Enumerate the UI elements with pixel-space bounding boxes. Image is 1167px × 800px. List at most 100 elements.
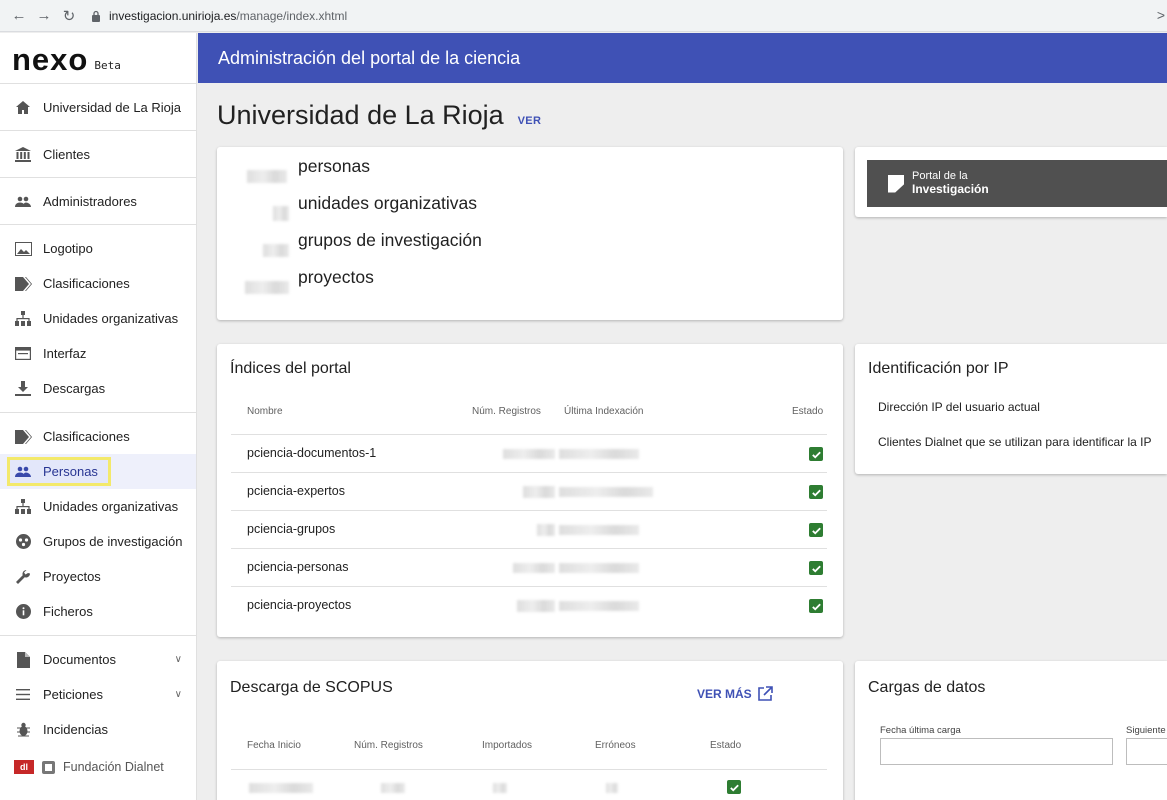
sidebar-item-documentos[interactable]: Documentos ∨ xyxy=(0,642,196,677)
org-chart-icon xyxy=(14,310,32,328)
sidebar-item-peticiones[interactable]: Peticiones ∨ xyxy=(0,677,196,712)
org-chart-icon xyxy=(14,498,32,516)
back-icon[interactable]: ← xyxy=(8,5,30,27)
sidebar-item-label: Unidades organizativas xyxy=(43,499,179,514)
app-header: Administración del portal de la ciencia xyxy=(198,33,1167,83)
ver-mas-label: VER MÁS xyxy=(697,686,752,701)
sidebar-item-label: Documentos xyxy=(43,652,116,667)
reload-icon[interactable]: ↻ xyxy=(58,5,80,27)
index-name: pciencia-proyectos xyxy=(247,598,352,612)
sidebar: nexo Beta Universidad de La Rioja Client… xyxy=(0,33,197,800)
forward-icon[interactable]: → xyxy=(33,5,55,27)
table-row[interactable]: pciencia-proyectos xyxy=(231,586,827,624)
sidebar-item-clasificaciones-2[interactable]: Clasificaciones xyxy=(0,419,196,454)
sidebar-item-label: Clientes xyxy=(43,146,90,162)
stat-label: grupos de investigación xyxy=(298,229,482,250)
table-row[interactable] xyxy=(231,769,827,800)
col-header-erroneos[interactable]: Erróneos xyxy=(595,740,636,751)
sidebar-item-universidad[interactable]: Universidad de La Rioja xyxy=(0,84,196,130)
sidebar-item-administradores[interactable]: Administradores xyxy=(0,178,196,224)
indices-card: Índices del portal Nombre Núm. Registros… xyxy=(217,344,843,637)
wrench-icon xyxy=(14,568,32,586)
window-icon xyxy=(14,345,32,363)
sidebar-item-grupos[interactable]: Grupos de investigación xyxy=(0,524,196,559)
status-ok-icon xyxy=(809,523,823,537)
dialnet-circle-icon xyxy=(42,760,55,774)
table-row[interactable]: pciencia-personas xyxy=(231,548,827,586)
sidebar-item-descargas[interactable]: Descargas xyxy=(0,371,196,406)
sidebar-item-clientes[interactable]: Clientes xyxy=(0,131,196,177)
index-name: pciencia-grupos xyxy=(247,522,336,536)
sidebar-item-label: Universidad de La Rioja xyxy=(43,99,182,115)
importados-redacted xyxy=(493,783,507,793)
registros-redacted xyxy=(503,449,555,459)
col-header-registros[interactable]: Núm. Registros xyxy=(354,740,423,751)
list-icon xyxy=(14,686,32,704)
erroneos-redacted xyxy=(606,783,618,793)
sidebar-item-proyectos[interactable]: Proyectos xyxy=(0,559,196,594)
scopus-title: Descarga de SCOPUS xyxy=(230,679,393,696)
stats-card: personas unidades organizativas grupos d… xyxy=(217,147,843,320)
col-header-estado[interactable]: Estado xyxy=(710,740,741,751)
table-row[interactable]: pciencia-grupos xyxy=(231,510,827,548)
logo-badge: Beta xyxy=(94,59,121,72)
sidebar-item-clasificaciones[interactable]: Clasificaciones xyxy=(0,266,196,301)
stat-value-redacted xyxy=(263,244,289,257)
col-header-nombre[interactable]: Nombre xyxy=(247,406,283,417)
group-icon xyxy=(14,533,32,551)
sidebar-item-label: Incidencias xyxy=(43,722,109,737)
ip-line-clients: Clientes Dialnet que se utilizan para id… xyxy=(878,435,1152,449)
sidebar-item-personas[interactable]: Personas xyxy=(0,454,196,489)
sidebar-item-label: Grupos de investigación xyxy=(43,534,183,549)
registros-redacted xyxy=(537,524,555,536)
dialnet-footer[interactable]: dl Fundación Dialnet xyxy=(14,760,164,774)
status-ok-icon xyxy=(809,447,823,461)
siguiente-field[interactable] xyxy=(1126,738,1167,765)
chevron-right-icon[interactable]: > xyxy=(1157,7,1165,23)
sidebar-item-label: Clasificaciones xyxy=(43,276,130,291)
col-header-estado[interactable]: Estado xyxy=(792,406,823,417)
fecha-ultima-carga-field[interactable] xyxy=(880,738,1113,765)
col-header-indexacion[interactable]: Última Indexación xyxy=(564,406,643,417)
col-header-fecha[interactable]: Fecha Inicio xyxy=(247,740,301,751)
registros-redacted xyxy=(513,563,555,573)
ver-mas-link[interactable]: VER MÁS xyxy=(697,686,773,701)
table-row[interactable]: pciencia-documentos-1 xyxy=(231,434,827,472)
table-row[interactable]: pciencia-expertos xyxy=(231,472,827,510)
cargas-card: Cargas de datos Fecha última carga Sigui… xyxy=(855,661,1167,800)
sidebar-item-incidencias[interactable]: Incidencias xyxy=(0,712,196,747)
sidebar-item-label: Proyectos xyxy=(43,569,101,584)
header-title: Administración del portal de la ciencia xyxy=(218,47,521,68)
info-icon xyxy=(14,603,32,621)
indices-title: Índices del portal xyxy=(230,360,351,377)
sidebar-item-ficheros[interactable]: Ficheros xyxy=(0,594,196,629)
page-title-text: Universidad de La Rioja xyxy=(217,100,504,130)
col-header-importados[interactable]: Importados xyxy=(482,740,532,751)
sidebar-item-logotipo[interactable]: Logotipo xyxy=(0,231,196,266)
sidebar-item-interfaz[interactable]: Interfaz xyxy=(0,336,196,371)
dialnet-label: Fundación Dialnet xyxy=(63,760,164,774)
sidebar-item-unidades-2[interactable]: Unidades organizativas xyxy=(0,489,196,524)
bank-icon xyxy=(14,145,32,163)
document-icon xyxy=(14,651,32,669)
sidebar-item-label: Personas xyxy=(43,464,98,479)
status-ok-icon xyxy=(727,780,741,794)
portal-logo[interactable]: Portal de la Investigación xyxy=(867,160,1167,207)
indexacion-redacted xyxy=(559,449,639,459)
url-host: investigacion.unirioja.es xyxy=(109,8,237,23)
stat-label: proyectos xyxy=(298,266,374,287)
external-link-icon xyxy=(757,686,773,701)
sidebar-item-unidades[interactable]: Unidades organizativas xyxy=(0,301,196,336)
sidebar-item-label: Clasificaciones xyxy=(43,429,130,444)
image-icon xyxy=(14,240,32,258)
portal-logo-line2: Investigación xyxy=(912,181,989,196)
index-name: pciencia-personas xyxy=(247,560,349,574)
address-bar[interactable]: investigacion.unirioja.es/manage/index.x… xyxy=(89,4,1167,28)
app-logo[interactable]: nexo Beta xyxy=(0,33,196,83)
ver-link[interactable]: VER xyxy=(518,115,542,127)
col-header-registros[interactable]: Núm. Registros xyxy=(472,406,541,417)
status-ok-icon xyxy=(809,561,823,575)
dialnet-logo-icon: dl xyxy=(14,760,34,774)
registros-redacted xyxy=(523,486,555,498)
scopus-card: Descarga de SCOPUS VER MÁS Fecha Inicio … xyxy=(217,661,843,800)
